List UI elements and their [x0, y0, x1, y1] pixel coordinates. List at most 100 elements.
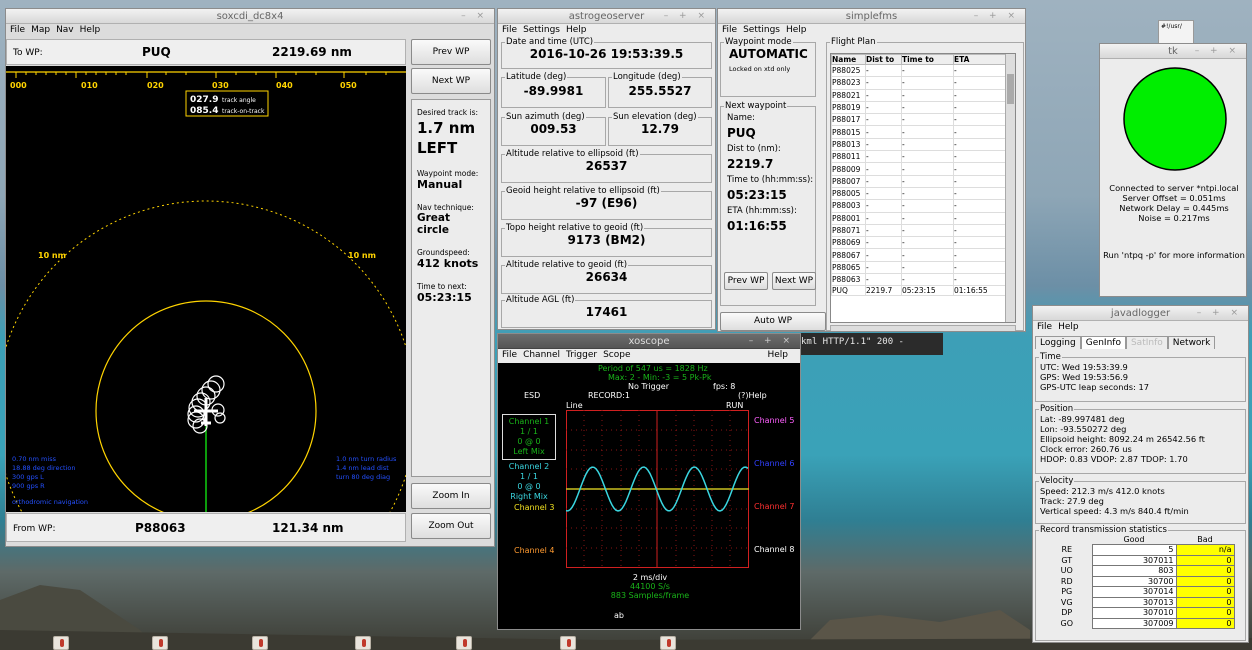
menu-trigger[interactable]: Trigger [566, 350, 597, 360]
menu-map[interactable]: Map [31, 25, 50, 35]
dock-launcher-7[interactable] [660, 636, 676, 650]
xoscope-menubar: File Channel Trigger Scope Help [498, 349, 800, 363]
tk-titlebar[interactable]: tk – + × [1100, 44, 1246, 59]
xoscope-title: xoscope [628, 336, 670, 347]
record-bad: 0 [1175, 586, 1235, 598]
next-wp-button[interactable]: Next WP [411, 68, 491, 94]
table-row[interactable]: P88011- - - [831, 150, 1015, 164]
auto-wp-button[interactable]: Auto WP [720, 312, 826, 331]
dock-launcher-2[interactable] [152, 636, 168, 650]
svg-text:0.70 nm miss: 0.70 nm miss [12, 455, 57, 463]
dock-launcher-3[interactable] [252, 636, 268, 650]
menu-help[interactable]: Help [767, 349, 788, 362]
astrogeoserver-window[interactable]: astrogeoserver – + × File Settings Help Dat… [497, 8, 716, 330]
zoom-in-button[interactable]: Zoom In [411, 483, 491, 509]
table-row[interactable]: P88013- - - [831, 137, 1015, 152]
xoscope-window[interactable]: xoscope – + × File Channel Trigger Scope Help… [497, 333, 801, 630]
window-controls[interactable]: – + × [974, 9, 1019, 24]
xoscope-titlebar[interactable]: xoscope – + × [498, 334, 800, 349]
table-row[interactable]: P88017- - - [831, 113, 1015, 127]
tk-window[interactable]: tk – + × Connected to server *ntpi.local … [1099, 43, 1247, 297]
col-name[interactable]: Name [831, 54, 866, 65]
channel-5[interactable]: Channel 5 [754, 416, 794, 425]
alt-agl-value: 17461 [585, 305, 628, 319]
channel-3[interactable]: Channel 3 [514, 503, 554, 512]
fms-next-wp-button[interactable]: Next WP [772, 272, 816, 290]
astro-titlebar[interactable]: astrogeoserver – + × [498, 9, 715, 24]
desired-track-direction: LEFT [417, 139, 458, 157]
table-row[interactable]: P88019- - - [831, 100, 1015, 115]
channel-2[interactable]: Channel 21 / 10 @ 0 Right Mix [502, 462, 556, 502]
next-wp-eta: 01:16:55 [727, 219, 787, 233]
table-row[interactable]: P88065- - - [831, 260, 1015, 275]
table-row[interactable]: P88005- - - [831, 186, 1015, 201]
table-row[interactable]: P88021- - - [831, 88, 1015, 102]
table-row[interactable]: P88023- - - [831, 76, 1015, 90]
fms-titlebar[interactable]: simplefms – + × [718, 9, 1025, 24]
channel-1[interactable]: Channel 11 / 10 @ 0 Left Mix [502, 414, 556, 460]
window-controls[interactable]: – + × [749, 334, 794, 349]
table-row[interactable]: P88069- - - [831, 236, 1015, 250]
menu-help[interactable]: Help [566, 25, 587, 35]
prev-wp-button[interactable]: Prev WP [411, 39, 491, 65]
cdi-info-panel: Desired track is: 1.7 nm LEFT Waypoint m… [411, 99, 491, 477]
zoom-out-button[interactable]: Zoom Out [411, 513, 491, 539]
table-row[interactable]: P88001- - - [831, 211, 1015, 225]
channel-6[interactable]: Channel 6 [754, 459, 794, 468]
window-controls[interactable]: – + × [664, 9, 709, 24]
soxcdi-window[interactable]: soxcdi_dc8x4 – × File Map Nav Help To WP: PU… [5, 8, 495, 547]
menu-settings[interactable]: Settings [743, 25, 780, 35]
window-controls[interactable]: – × [461, 9, 488, 24]
menu-file[interactable]: File [502, 350, 517, 360]
table-row[interactable]: P88063- - - [831, 273, 1015, 287]
col-time[interactable]: Time to [901, 54, 954, 65]
window-controls[interactable]: – + × [1195, 44, 1240, 59]
tab-network[interactable]: Network [1167, 336, 1216, 349]
menu-help[interactable]: Help [1058, 322, 1079, 332]
menu-file[interactable]: File [722, 25, 737, 35]
terminal-fragment[interactable]: kml HTTP/1.1" 200 - [798, 333, 943, 355]
soxcdi-titlebar[interactable]: soxcdi_dc8x4 – × [6, 9, 494, 24]
channel-4[interactable]: Channel 4 [514, 546, 554, 555]
menu-file[interactable]: File [1037, 322, 1052, 332]
col-dist[interactable]: Dist to [865, 54, 902, 65]
simplefms-window[interactable]: simplefms – + × File Settings Help Waypoint… [717, 8, 1026, 332]
scope-help[interactable]: (?)Help [738, 391, 767, 400]
tab-satinfo[interactable]: SatInfo [1125, 336, 1168, 349]
menu-help[interactable]: Help [80, 25, 101, 35]
table-row[interactable]: P88071- - - [831, 223, 1015, 238]
topo-height-group: Topo height relative to geoid (ft) 9173 (… [501, 223, 712, 257]
table-row[interactable]: P88007- - - [831, 174, 1015, 188]
flight-plan-scrollbar[interactable] [1005, 54, 1015, 322]
dock-launcher-1[interactable] [53, 636, 69, 650]
table-row[interactable]: PUQ 2219.7 05:23:15 01:16:55 [831, 285, 1015, 297]
flight-plan-hscroll[interactable] [830, 325, 1016, 331]
menu-nav[interactable]: Nav [56, 25, 74, 35]
menu-file[interactable]: File [502, 25, 517, 35]
table-row[interactable]: P88015- - - [831, 125, 1015, 139]
window-controls[interactable]: – + × [1197, 306, 1242, 321]
flight-plan-table[interactable]: Name Dist to Time to ETA P88025- - - P88023… [830, 53, 1016, 323]
dock-launcher-4[interactable] [355, 636, 371, 650]
scope-area: Period of 547 us = 1828 Hz Max: 2 - Min:… [498, 364, 800, 629]
table-row[interactable]: P88003- - - [831, 199, 1015, 213]
dock-launcher-5[interactable] [456, 636, 472, 650]
table-row[interactable]: P88067- - - [831, 248, 1015, 262]
record-good: 307011 [1091, 554, 1177, 566]
tab-logging[interactable]: Logging [1035, 336, 1081, 349]
tab-geninfo[interactable]: GenInfo [1080, 336, 1126, 349]
table-row[interactable]: P88025- - - [831, 63, 1015, 78]
fms-prev-wp-button[interactable]: Prev WP [724, 272, 768, 290]
channel-8[interactable]: Channel 8 [754, 545, 794, 554]
menu-channel[interactable]: Channel [523, 350, 560, 360]
javadlogger-window[interactable]: javadlogger – + × File Help Logging GenInfo… [1032, 305, 1249, 643]
menu-settings[interactable]: Settings [523, 25, 560, 35]
svg-text:turn 80 deg diag: turn 80 deg diag [336, 473, 390, 481]
menu-help[interactable]: Help [786, 25, 807, 35]
menu-file[interactable]: File [10, 25, 25, 35]
menu-scope[interactable]: Scope [603, 350, 630, 360]
channel-7[interactable]: Channel 7 [754, 502, 794, 511]
table-row[interactable]: P88009- - - [831, 162, 1015, 176]
javad-titlebar[interactable]: javadlogger – + × [1033, 306, 1248, 321]
dock-launcher-6[interactable] [560, 636, 576, 650]
